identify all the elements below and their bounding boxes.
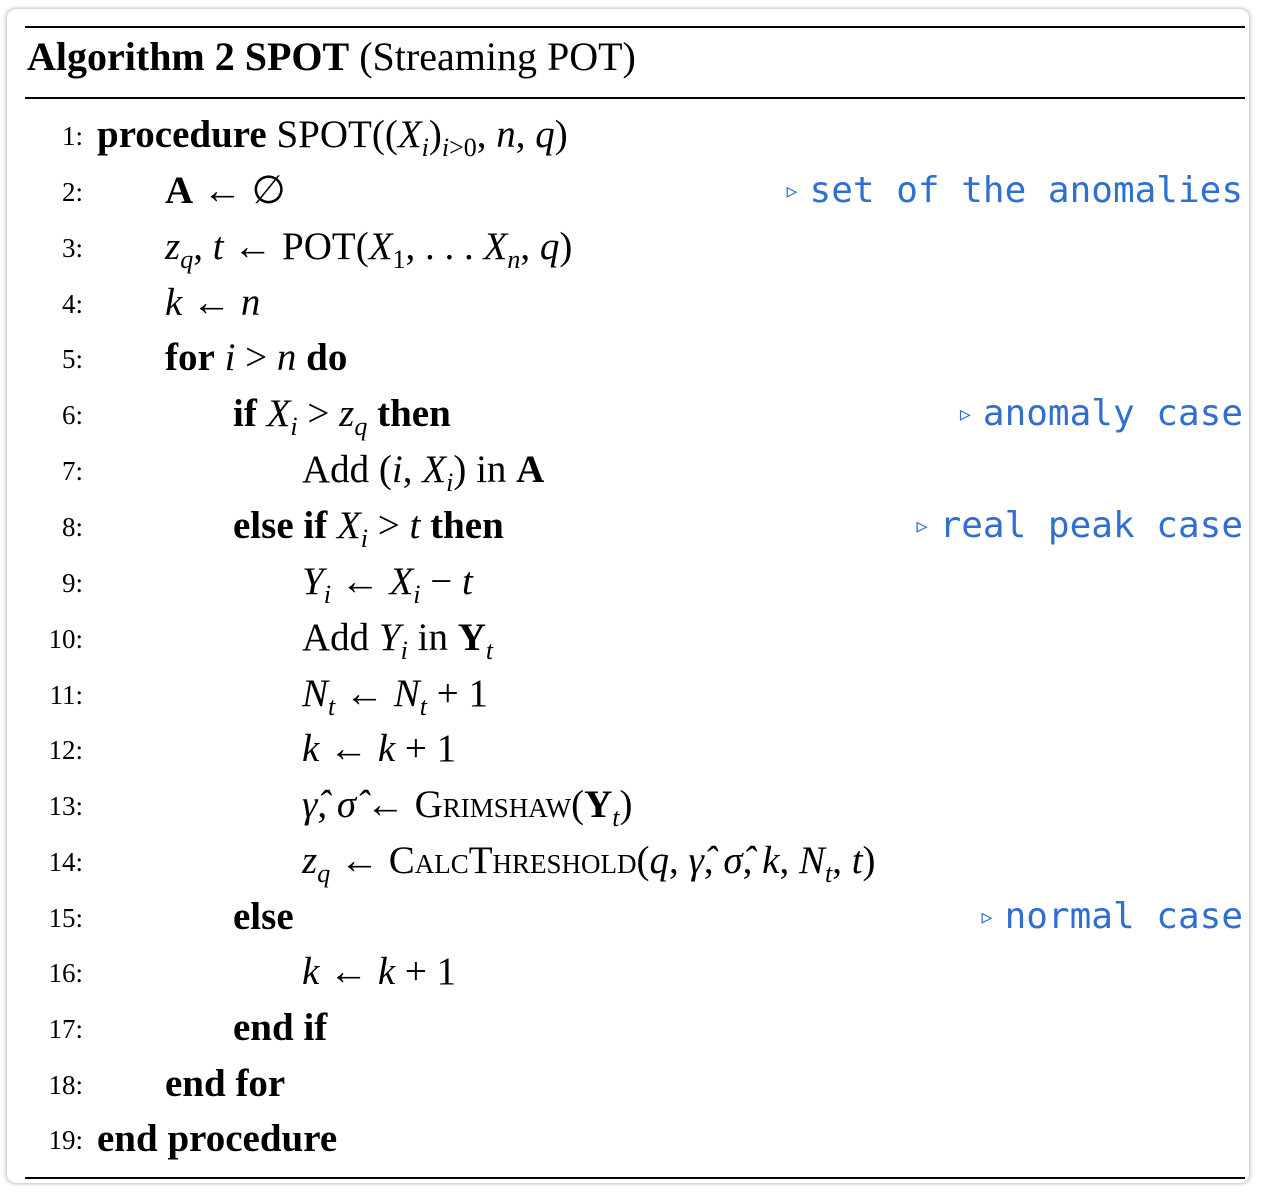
- line-number: 10:: [48, 624, 83, 654]
- word-in: in: [476, 448, 507, 491]
- algorithm-line-17: 17: end if: [7, 1000, 1262, 1056]
- algorithm-title-subtitle: (Streaming POT): [359, 34, 636, 79]
- line-number: 5:: [61, 344, 83, 374]
- line-statement: k ← k + 1: [302, 727, 457, 770]
- word-in: in: [417, 616, 448, 659]
- comment-triangle-icon: ▹: [916, 514, 928, 539]
- line-number: 16:: [48, 958, 83, 988]
- algorithm-line-16: 16: k ← k + 1: [7, 944, 1262, 1000]
- top-rule: [25, 26, 1245, 28]
- keyword: else if: [233, 504, 328, 547]
- line-statement: procedure SPOT((Xi)i>0, n, q): [97, 113, 568, 162]
- algorithm-line-15: 15: else ▹ normal case: [7, 889, 1262, 945]
- word-add: Add: [302, 448, 370, 491]
- keyword: then: [377, 392, 451, 435]
- line-statement: γ̂, σ̂ ← Grimshaw(Yt): [302, 783, 633, 832]
- line-number: 11:: [49, 680, 84, 710]
- line-statement: end if: [233, 1000, 327, 1056]
- line-number: 9:: [61, 568, 83, 598]
- algorithm-line-18: 18: end for: [7, 1056, 1262, 1112]
- function-name: SPOT: [276, 113, 372, 156]
- algorithm-line-14: 14: zq ← CalcThreshold(q, γ̂, σ̂, k, Nt,…: [7, 833, 1262, 889]
- line-number: 12:: [48, 735, 83, 765]
- line-number: 15:: [48, 903, 83, 933]
- algorithm-line-7: 7: Add (i, Xi) in A: [7, 442, 1262, 498]
- algorithm-line-13: 13: γ̂, σ̂ ← Grimshaw(Yt): [7, 777, 1262, 833]
- function-name: POT: [282, 225, 356, 268]
- keyword: procedure: [97, 113, 267, 156]
- algorithm-line-10: 10: Add Yi in Yt: [7, 610, 1262, 666]
- algorithm-title-bold: Algorithm 2 SPOT: [27, 34, 350, 79]
- comment-text: set of the anomalies: [809, 170, 1243, 211]
- line-statement: zq, t ← POT(X1, . . . Xn, q): [165, 225, 573, 274]
- comment-triangle-icon: ▹: [981, 905, 993, 930]
- comment-text: real peak case: [939, 505, 1243, 546]
- comment-triangle-icon: ▹: [786, 179, 798, 204]
- algorithm-line-19: 19: end procedure: [7, 1111, 1262, 1167]
- algorithm-line-1: 1: procedure SPOT((Xi)i>0, n, q): [7, 107, 1262, 163]
- line-statement: if Xi > zq then: [233, 392, 451, 441]
- line-statement: Nt ← Nt + 1: [302, 672, 488, 721]
- keyword: else: [233, 895, 294, 938]
- line-comment: ▹ set of the anomalies: [786, 163, 1243, 220]
- algorithm-title: Algorithm 2 SPOT (Streaming POT): [27, 33, 636, 80]
- line-statement: for i > n do: [165, 336, 348, 379]
- line-statement: else: [233, 889, 294, 945]
- keyword: end procedure: [97, 1117, 338, 1160]
- line-statement: Add Yi in Yt: [302, 616, 494, 665]
- comment-text: normal case: [1004, 896, 1243, 937]
- comment-text: anomaly case: [982, 393, 1243, 434]
- line-number: 18:: [48, 1070, 83, 1100]
- line-statement: Yi ← Xi − t: [302, 560, 473, 609]
- algorithm-line-8: 8: else if Xi > t then ▹ real peak case: [7, 498, 1262, 554]
- line-statement: end for: [165, 1056, 285, 1112]
- algorithm-line-2: 2: A ← ∅ ▹ set of the anomalies: [7, 163, 1262, 219]
- line-statement: Add (i, Xi) in A: [302, 448, 545, 497]
- keyword: then: [430, 504, 504, 547]
- line-number: 3:: [61, 233, 83, 263]
- line-number: 8:: [61, 512, 83, 542]
- keyword: if: [233, 392, 257, 435]
- line-comment: ▹ real peak case: [917, 498, 1243, 555]
- line-statement: zq ← CalcThreshold(q, γ̂, σ̂, k, Nt, t): [302, 839, 876, 888]
- keyword: do: [306, 336, 348, 379]
- line-comment: ▹ anomaly case: [960, 386, 1243, 443]
- line-number: 6:: [61, 400, 83, 430]
- line-statement: else if Xi > t then: [233, 504, 504, 553]
- line-number: 13:: [48, 791, 83, 821]
- line-number: 1:: [61, 121, 83, 151]
- line-comment: ▹ normal case: [982, 889, 1243, 946]
- comment-triangle-icon: ▹: [959, 402, 971, 427]
- line-number: 17:: [48, 1014, 83, 1044]
- keyword: end if: [233, 1006, 328, 1049]
- line-number: 4:: [61, 289, 83, 319]
- word-add: Add: [302, 616, 370, 659]
- keyword: for: [165, 336, 215, 379]
- algorithm-line-9: 9: Yi ← Xi − t: [7, 554, 1262, 610]
- line-statement: k ← n: [165, 281, 261, 324]
- function-name: Grimshaw: [414, 783, 572, 826]
- line-number: 2:: [61, 177, 83, 207]
- line-statement: k ← k + 1: [302, 950, 457, 993]
- algorithm-line-5: 5: for i > n do: [7, 330, 1262, 386]
- line-statement: A ← ∅: [165, 169, 286, 212]
- algorithm-line-4: 4: k ← n: [7, 275, 1262, 331]
- bottom-rule: [25, 1177, 1245, 1179]
- algorithm-line-11: 11: Nt ← Nt + 1: [7, 666, 1262, 722]
- function-name: CalcThreshold: [388, 839, 637, 882]
- line-statement: end procedure: [97, 1111, 337, 1167]
- algorithm-line-6: 6: if Xi > zq then ▹ anomaly case: [7, 386, 1262, 442]
- header-rule: [25, 97, 1245, 99]
- keyword: end for: [165, 1062, 286, 1105]
- line-number: 7:: [61, 456, 83, 486]
- algorithm-line-3: 3: zq, t ← POT(X1, . . . Xn, q): [7, 219, 1262, 275]
- line-number: 14:: [48, 847, 83, 877]
- algorithm-frame: Algorithm 2 SPOT (Streaming POT) 1: proc…: [6, 8, 1250, 1184]
- line-number: 19:: [48, 1125, 83, 1155]
- algorithm-line-12: 12: k ← k + 1: [7, 721, 1262, 777]
